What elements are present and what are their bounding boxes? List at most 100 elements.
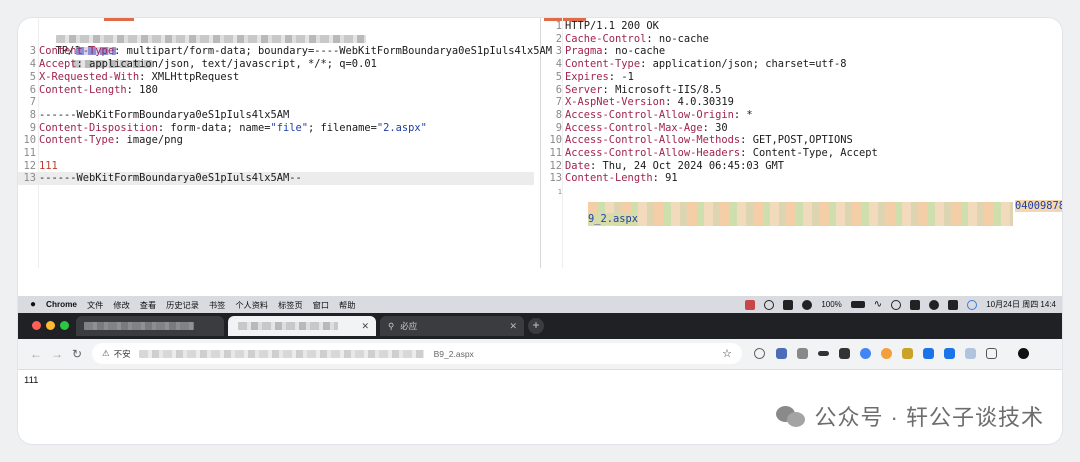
menu-window[interactable]: 窗口: [313, 299, 329, 311]
request-line-11: 11: [23, 147, 36, 159]
request-header-line: 4 Accept: application/json, text/javascri…: [29, 58, 377, 71]
menu-bookmarks[interactable]: 书签: [209, 299, 225, 311]
address-bar[interactable]: ⚠ 不安 B9_2.aspx ☆: [92, 343, 742, 364]
star-icon[interactable]: ☆: [722, 347, 732, 360]
request-line-13: 13 ------WebKitFormBoundarya0eS1pIuls4lx5…: [18, 172, 534, 186]
response-body-tail: 04009878: [1015, 200, 1062, 212]
redacted-tab-title: [238, 322, 338, 330]
wechat-icon: [776, 404, 806, 428]
request-line-12: 12 111: [23, 159, 58, 172]
status-area: 100% ∿ 10月24日 周四 14:4: [745, 296, 1056, 313]
request-header-line: 3 Content-Type: multipart/form-data; boun…: [29, 45, 552, 58]
extension-icon[interactable]: [944, 348, 955, 359]
response-header-line: 12 Date: Thu, 24 Oct 2024 06:45:03 GMT: [549, 159, 784, 172]
extension-icon[interactable]: [839, 348, 850, 359]
response-header-line: 5 Expires: -1: [555, 70, 634, 83]
tab-title: 必应: [400, 321, 418, 331]
forward-arrow-icon[interactable]: →: [51, 347, 63, 361]
app-status-icon[interactable]: [745, 299, 756, 310]
extension-icon[interactable]: [923, 348, 934, 359]
extension-icon[interactable]: [776, 348, 787, 359]
profile-avatar[interactable]: [1018, 348, 1029, 359]
siri-icon[interactable]: [967, 299, 978, 310]
close-tab-icon[interactable]: ✕: [361, 321, 369, 332]
request-header-line: 5 X-Requested-With: XMLHttpRequest: [29, 70, 240, 83]
search-icon[interactable]: [891, 299, 902, 310]
wechat-icon[interactable]: [802, 299, 813, 310]
new-tab-button[interactable]: +: [528, 318, 544, 334]
extension-icon[interactable]: [965, 348, 976, 359]
request-pane[interactable]: TP/1.1 3 Content-Type: multipart/form-dat…: [18, 18, 552, 268]
extension-icon[interactable]: [818, 351, 829, 356]
file-content: 111: [39, 159, 58, 172]
browser-tab-active[interactable]: ✕: [228, 316, 376, 336]
request-line-1: TP/1.1: [18, 20, 540, 57]
page-content: 111: [24, 375, 39, 386]
request-line-9: 9 Content-Disposition: form-data; name="f…: [29, 121, 427, 134]
menu-profiles[interactable]: 个人资料: [235, 299, 268, 311]
menu-file[interactable]: 文件: [87, 299, 103, 311]
redacted-tab-title: [84, 322, 194, 330]
response-header-line: 8 Access-Control-Allow-Origin: *: [555, 108, 753, 121]
request-line-7: 7: [29, 96, 36, 109]
watermark: 公众号 · 轩公子谈技术: [776, 402, 1044, 430]
security-label: 不安: [113, 348, 131, 359]
response-line-14: 1: [557, 188, 562, 196]
response-header-line: 11 Access-Control-Allow-Headers: Content-…: [549, 147, 878, 159]
sync-icon[interactable]: [764, 299, 775, 310]
warning-icon[interactable]: ⚠: [102, 348, 110, 359]
browser-tab-strip: ✕ ⚲ 必应 ✕ +: [18, 313, 1062, 339]
close-window-button[interactable]: [32, 321, 41, 330]
menu-help[interactable]: 帮助: [339, 299, 355, 311]
clock[interactable]: 10月24日 周四 14:4: [986, 299, 1056, 310]
screenshot-card: TP/1.1 3 Content-Type: multipart/form-dat…: [18, 18, 1062, 444]
response-header-line: 13 Content-Length: 91: [549, 172, 678, 185]
extension-icon[interactable]: [902, 348, 913, 359]
photo-icon[interactable]: [910, 299, 921, 310]
menu-history[interactable]: 历史记录: [166, 299, 199, 311]
response-header-line: 2 Cache-Control: no-cache: [555, 32, 709, 45]
extension-icon[interactable]: [797, 348, 808, 359]
url-suffix: B9_2.aspx: [433, 348, 474, 359]
response-header-line: 10 Access-Control-Allow-Methods: GET,POST…: [549, 134, 853, 147]
battery-icon[interactable]: [850, 301, 865, 308]
browser-tab-bing[interactable]: ⚲ 必应 ✕: [380, 316, 524, 336]
vpn-icon[interactable]: [929, 299, 940, 310]
response-pane[interactable]: 1 HTTP/1.1 200 OK 2 Cache-Control: no-cache…: [544, 18, 1062, 268]
request-header-line: 6 Content-Length: 180: [29, 83, 158, 96]
menu-edit[interactable]: 修改: [113, 299, 129, 311]
reload-icon[interactable]: ↻: [72, 347, 82, 361]
request-line-8: 8 ------WebKitFormBoundarya0eS1pIuls4lx5A…: [29, 108, 290, 121]
apple-icon[interactable]: ●: [30, 299, 36, 310]
macos-menu-bar: ● Chrome 文件 修改 查看 历史记录 书签 个人资料 标签页 窗口 帮助…: [18, 296, 1062, 313]
redacted-response-body: [588, 202, 1013, 226]
zoom-window-button[interactable]: [60, 321, 69, 330]
close-tab-icon[interactable]: ✕: [509, 321, 517, 332]
response-header-line: 3 Pragma: no-cache: [555, 45, 666, 58]
browser-tab-1[interactable]: [76, 316, 224, 336]
watermark-text: 公众号 · 轩公子谈技术: [814, 405, 1044, 430]
response-header-line: 4 Content-Type: application/json; charset…: [555, 58, 847, 71]
request-line-2: [18, 33, 540, 69]
wifi-icon[interactable]: ∿: [874, 299, 882, 310]
response-body-filename: 9_2.aspx: [588, 213, 639, 225]
search-icon: ⚲: [388, 320, 395, 331]
menu-tabs[interactable]: 标签页: [278, 299, 303, 311]
menu-view[interactable]: 查看: [140, 299, 156, 311]
shield-icon[interactable]: [783, 299, 794, 310]
response-header-line: 9 Access-Control-Max-Age: 30: [555, 121, 728, 134]
control-center-icon[interactable]: [948, 299, 959, 310]
back-arrow-icon[interactable]: ←: [30, 347, 42, 361]
extension-icon[interactable]: [881, 348, 892, 359]
response-header-line: 6 Server: Microsoft-IIS/8.5: [555, 83, 722, 96]
response-header-line: 1 HTTP/1.1 200 OK: [555, 20, 659, 32]
menu-app-name[interactable]: Chrome: [46, 300, 77, 309]
browser-toolbar: ← → ↻ ⚠ 不安 B9_2.aspx ☆: [18, 339, 1062, 370]
chrome-icon[interactable]: [860, 348, 871, 359]
minimize-window-button[interactable]: [46, 321, 55, 330]
puzzle-icon[interactable]: [986, 348, 997, 359]
response-header-line: 7 X-AspNet-Version: 4.0.30319: [555, 96, 734, 109]
request-line-10: 10 Content-Type: image/png: [23, 134, 183, 147]
battery-percent: 100%: [821, 300, 842, 309]
extension-icon[interactable]: [754, 348, 765, 359]
